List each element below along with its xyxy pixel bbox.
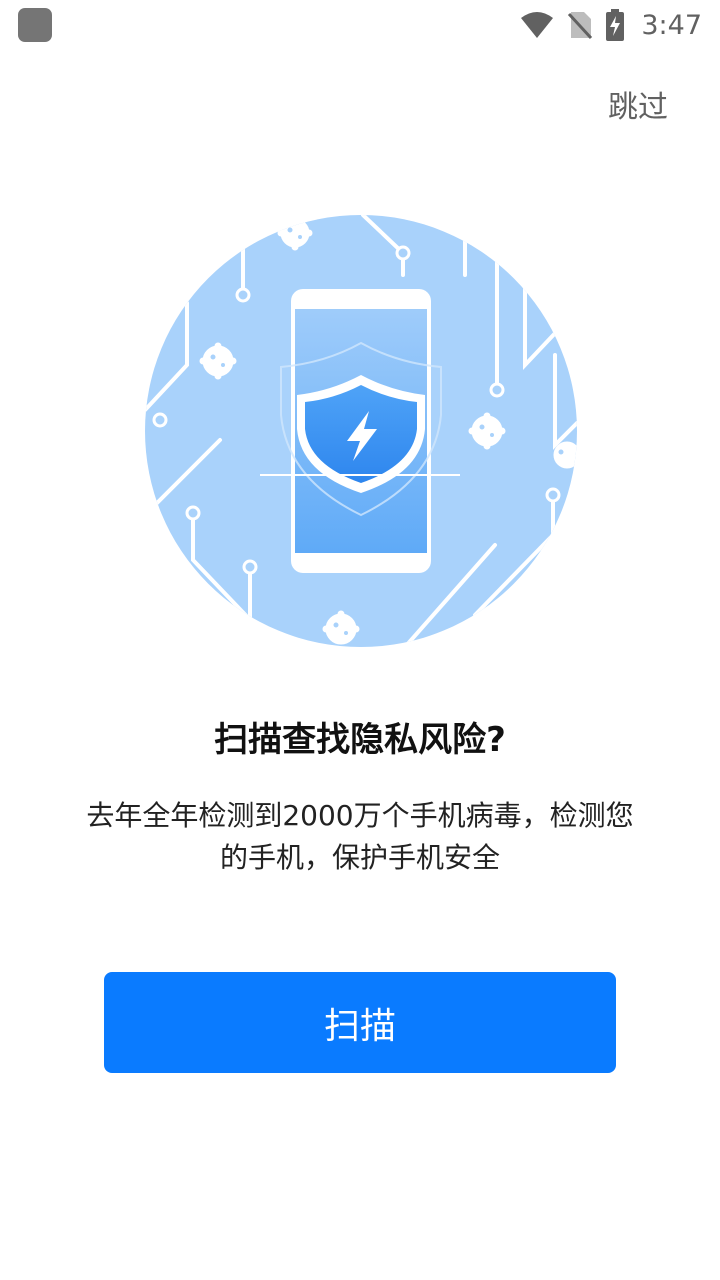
scan-button[interactable]: 扫描 bbox=[104, 972, 616, 1073]
status-time: 3:47 bbox=[641, 9, 702, 41]
page-title: 扫描查找隐私风险? bbox=[214, 720, 506, 760]
battery-charging-icon bbox=[606, 9, 625, 41]
skip-button[interactable]: 跳过 bbox=[608, 82, 668, 126]
app-notification-icon bbox=[18, 8, 52, 42]
wifi-icon bbox=[521, 12, 554, 38]
phone-shield-scan-illustration bbox=[145, 215, 577, 647]
status-bar: 3:47 bbox=[0, 0, 720, 50]
no-sim-icon bbox=[568, 12, 593, 40]
description-text: 去年全年检测到2000万个手机病毒，检测您的手机，保护手机安全 bbox=[86, 799, 634, 874]
status-icons: 3:47 bbox=[519, 9, 702, 41]
